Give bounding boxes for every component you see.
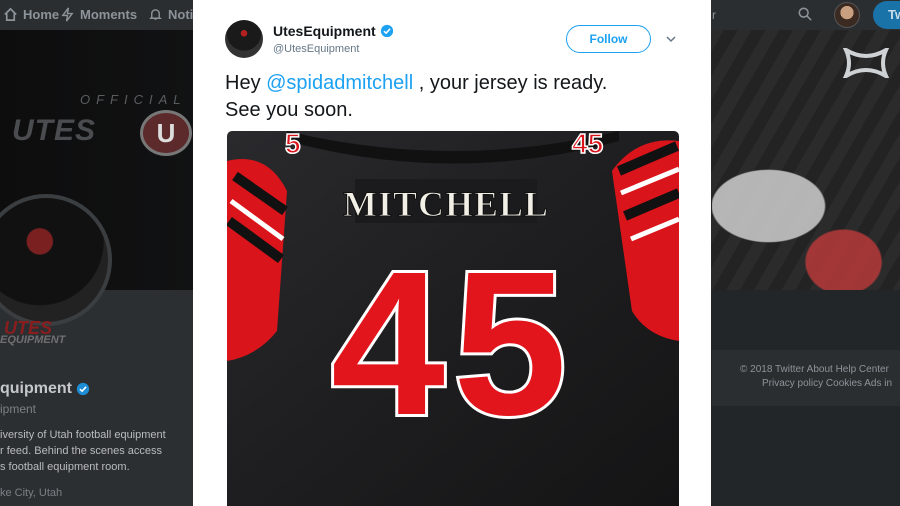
nav-home-label: Home [23, 7, 60, 22]
home-icon [4, 7, 17, 21]
tweet-author-avatar[interactable] [225, 20, 263, 58]
jersey-name-text: MITCHELL [343, 184, 549, 224]
lightning-icon [61, 7, 74, 22]
under-armour-logo [842, 48, 890, 78]
search-input-fragment[interactable]: r [712, 8, 716, 22]
shoulder-number-right: 45 [572, 131, 603, 159]
tweet-text: Hey @spidadmitchell , your jersey is rea… [225, 70, 685, 124]
user-avatar[interactable] [834, 2, 860, 28]
footer-links-row-1[interactable]: © 2018 Twitter About Help Center [740, 364, 889, 375]
tweet-author-name[interactable]: UtesEquipment [273, 23, 394, 39]
chevron-down-icon[interactable] [666, 34, 676, 44]
utah-logo-letter: U [156, 118, 176, 148]
verified-badge-icon [380, 24, 393, 38]
banner-player-image [712, 150, 900, 290]
profile-name[interactable]: quipment [0, 380, 90, 398]
tweet-photo[interactable]: 5 45 MITCHELL 45 [227, 131, 679, 506]
tweet-text-suffix: , your jersey is ready. [413, 72, 608, 94]
bell-icon [149, 9, 162, 20]
nav-moments[interactable]: Moments [60, 7, 137, 22]
jersey-number-text: 45 [331, 229, 575, 458]
footer-links-row-2[interactable]: Privacy policy Cookies Ads in [762, 378, 892, 389]
profile-bio-line: s football equipment room. [0, 461, 130, 473]
banner-utes-text: UTES [12, 114, 97, 147]
tweet-author-handle[interactable]: @UtesEquipment [273, 43, 359, 55]
profile-bio-line: iversity of Utah football equipment [0, 429, 166, 441]
tweet-mention-link[interactable]: @spidadmitchell [266, 72, 413, 94]
search-icon [798, 7, 812, 21]
verified-badge-icon [76, 382, 90, 396]
tweet-button[interactable]: Tw [873, 1, 900, 29]
profile-location: ke City, Utah [0, 487, 63, 499]
tweet-text-line2: See you soon. [225, 99, 353, 121]
tweet-author-name-text: UtesEquipment [273, 23, 376, 39]
tweet-text-prefix: Hey [225, 72, 267, 94]
profile-handle[interactable]: ipment [0, 402, 36, 416]
nav-moments-label: Moments [80, 7, 138, 22]
follow-button[interactable]: Follow [566, 25, 651, 53]
nav-home[interactable]: Home [3, 7, 59, 22]
tweet-modal: UtesEquipment @UtesEquipment Follow Hey … [193, 0, 711, 506]
profile-avatar-subtext: EQUIPMENT [0, 334, 66, 346]
profile-name-text: quipment [0, 380, 72, 397]
profile-bio: iversity of Utah football equipment r fe… [0, 427, 190, 475]
jersey-photo: 5 45 MITCHELL 45 [227, 131, 679, 506]
profile-bio-line: r feed. Behind the scenes access [0, 445, 163, 457]
shoulder-number-left: 5 [285, 131, 301, 159]
search-button[interactable] [798, 7, 812, 26]
banner-official-text: OFFICIAL T [80, 92, 210, 107]
utah-logo: U [140, 110, 192, 156]
